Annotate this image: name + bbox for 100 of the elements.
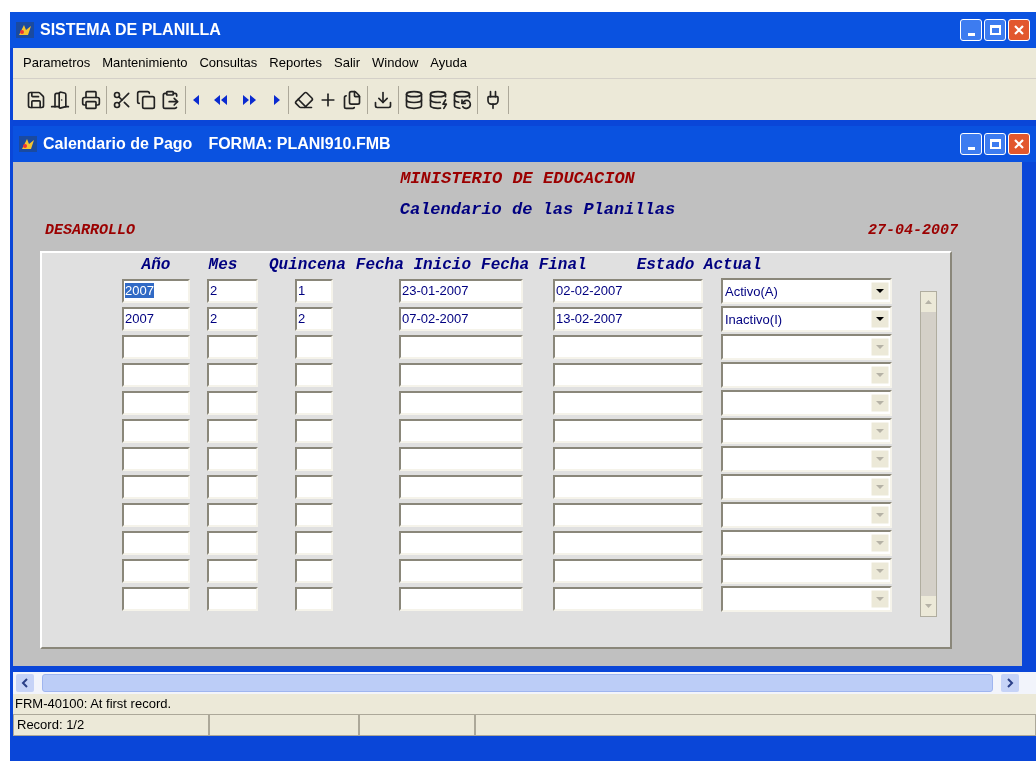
scroll-left-icon[interactable] xyxy=(16,674,34,692)
year-field[interactable] xyxy=(122,334,190,359)
status-dropdown[interactable] xyxy=(721,557,892,584)
start-date-field[interactable] xyxy=(399,334,523,359)
menu-item[interactable]: Ayuda xyxy=(430,53,467,73)
menu-item[interactable]: Consultas xyxy=(199,53,258,73)
fortnight-field[interactable] xyxy=(295,586,333,611)
menu-item[interactable]: Reportes xyxy=(269,53,323,73)
month-field[interactable] xyxy=(207,362,258,387)
year-field[interactable] xyxy=(122,390,190,415)
toolbar-icon[interactable] xyxy=(112,89,132,110)
close-button[interactable] xyxy=(1008,19,1030,41)
year-field[interactable] xyxy=(122,474,190,499)
start-date-field[interactable] xyxy=(399,558,523,583)
year-field[interactable] xyxy=(122,362,190,387)
status-dropdown[interactable] xyxy=(721,417,892,444)
start-date-field[interactable]: 07-02-2007 xyxy=(399,306,523,331)
close-button[interactable] xyxy=(1008,133,1030,155)
fortnight-field[interactable]: 2 xyxy=(295,306,333,331)
end-date-field[interactable] xyxy=(553,334,703,359)
end-date-field[interactable] xyxy=(553,418,703,443)
close-icon[interactable] xyxy=(1013,24,1025,36)
month-field[interactable] xyxy=(207,474,258,499)
status-dropdown[interactable] xyxy=(721,501,892,528)
toolbar-icon[interactable] xyxy=(452,89,472,110)
month-field[interactable]: 2 xyxy=(207,306,258,331)
month-field[interactable] xyxy=(207,334,258,359)
status-dropdown[interactable] xyxy=(721,473,892,500)
fortnight-field[interactable] xyxy=(295,474,333,499)
end-date-field[interactable] xyxy=(553,502,703,527)
year-field[interactable] xyxy=(122,558,190,583)
dropdown-arrow-icon[interactable] xyxy=(871,281,889,300)
end-date-field[interactable] xyxy=(553,446,703,471)
year-field[interactable] xyxy=(122,418,190,443)
year-field[interactable] xyxy=(122,446,190,471)
month-field[interactable] xyxy=(207,558,258,583)
month-field[interactable] xyxy=(207,446,258,471)
year-field[interactable]: 2007 xyxy=(122,306,190,331)
toolbar-icon[interactable] xyxy=(136,89,156,110)
month-field[interactable] xyxy=(207,586,258,611)
start-date-field[interactable] xyxy=(399,530,523,555)
start-date-field[interactable] xyxy=(399,586,523,611)
start-date-field[interactable] xyxy=(399,502,523,527)
toolbar-icon[interactable] xyxy=(50,89,70,110)
end-date-field[interactable]: 13-02-2007 xyxy=(553,306,703,331)
year-field[interactable]: 2007 xyxy=(122,278,190,303)
dropdown-arrow-icon[interactable] xyxy=(871,309,889,328)
fortnight-field[interactable] xyxy=(295,502,333,527)
end-date-field[interactable] xyxy=(553,558,703,583)
end-date-field[interactable] xyxy=(553,474,703,499)
scroll-right-icon[interactable] xyxy=(1001,674,1019,692)
start-date-field[interactable] xyxy=(399,362,523,387)
start-date-field[interactable] xyxy=(399,474,523,499)
fortnight-field[interactable] xyxy=(295,446,333,471)
start-date-field[interactable] xyxy=(399,390,523,415)
status-dropdown[interactable] xyxy=(721,529,892,556)
menu-item[interactable]: Parametros xyxy=(23,53,91,73)
toolbar-icon[interactable] xyxy=(294,89,314,110)
month-field[interactable] xyxy=(207,530,258,555)
status-dropdown[interactable] xyxy=(721,585,892,612)
year-field[interactable] xyxy=(122,530,190,555)
month-field[interactable] xyxy=(207,502,258,527)
start-date-field[interactable]: 23-01-2007 xyxy=(399,278,523,303)
start-date-field[interactable] xyxy=(399,446,523,471)
month-field[interactable] xyxy=(207,390,258,415)
status-dropdown[interactable] xyxy=(721,445,892,472)
year-field[interactable] xyxy=(122,586,190,611)
end-date-field[interactable] xyxy=(553,390,703,415)
fortnight-field[interactable] xyxy=(295,418,333,443)
menu-item[interactable]: Window xyxy=(372,53,419,73)
toolbar-icon[interactable] xyxy=(342,89,362,110)
toolbar-icon[interactable] xyxy=(404,89,424,110)
minimize-button[interactable] xyxy=(960,19,982,41)
menu-item[interactable]: Salir xyxy=(334,53,361,73)
vertical-scrollbar[interactable] xyxy=(920,290,937,617)
month-field[interactable] xyxy=(207,418,258,443)
status-dropdown[interactable]: Activo(A) xyxy=(721,277,892,304)
toolbar-icon[interactable] xyxy=(160,89,180,110)
toolbar-icon[interactable] xyxy=(373,89,393,110)
fortnight-field[interactable] xyxy=(295,530,333,555)
fortnight-field[interactable] xyxy=(295,334,333,359)
month-field[interactable]: 2 xyxy=(207,278,258,303)
toolbar-icon[interactable] xyxy=(26,89,46,110)
menu-item[interactable]: Mantenimiento xyxy=(102,53,188,73)
status-dropdown[interactable]: Inactivo(I) xyxy=(721,305,892,332)
end-date-field[interactable] xyxy=(553,586,703,611)
end-date-field[interactable]: 02-02-2007 xyxy=(553,278,703,303)
close-icon[interactable] xyxy=(1013,138,1025,150)
minimize-button[interactable] xyxy=(960,133,982,155)
status-dropdown[interactable] xyxy=(721,389,892,416)
end-date-field[interactable] xyxy=(553,362,703,387)
fortnight-field[interactable]: 1 xyxy=(295,278,333,303)
horizontal-scrollbar[interactable] xyxy=(13,672,1036,694)
toolbar-icon[interactable] xyxy=(81,89,101,110)
fortnight-field[interactable] xyxy=(295,390,333,415)
fortnight-field[interactable] xyxy=(295,362,333,387)
year-field[interactable] xyxy=(122,502,190,527)
toolbar-icon[interactable] xyxy=(428,89,448,110)
maximize-button[interactable] xyxy=(984,133,1006,155)
status-dropdown[interactable] xyxy=(721,361,892,388)
